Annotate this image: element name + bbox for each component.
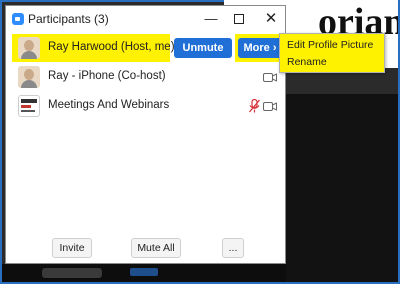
muted-mic-icon: [249, 99, 260, 113]
menu-item-rename[interactable]: Rename: [287, 56, 327, 68]
participant-name: Ray Harwood (Host, me): [48, 41, 175, 53]
window-title: Participants (3): [28, 12, 109, 26]
participant-row-host[interactable]: Ray Harwood (Host, me) Unmute More ›: [6, 34, 285, 62]
background-video-area: [286, 94, 398, 282]
minimize-button[interactable]: —: [202, 10, 220, 28]
person-photo-icon: [18, 37, 40, 59]
more-context-menu: Edit Profile Picture Rename: [279, 33, 385, 73]
menu-item-edit-profile-picture[interactable]: Edit Profile Picture: [287, 39, 373, 51]
participant-name: Ray - iPhone (Co-host): [48, 70, 166, 82]
maximize-button[interactable]: [230, 10, 248, 28]
zoom-app-icon: [12, 13, 24, 25]
more-button[interactable]: More ›: [238, 38, 282, 58]
unmute-button[interactable]: Unmute: [174, 38, 232, 58]
background-toolbar: [2, 264, 286, 282]
logo-icon: [18, 95, 40, 117]
participant-name: Meetings And Webinars: [48, 99, 170, 111]
background-toolbar-item: [42, 268, 102, 278]
participants-window: Participants (3) — ✕ Ray Harwood (Host, …: [5, 5, 286, 264]
more-options-button[interactable]: ...: [222, 238, 244, 258]
video-camera-icon: [263, 102, 277, 111]
person-photo-icon: [18, 66, 40, 88]
maximize-icon: [234, 14, 244, 24]
background-toolbar-item: [130, 268, 158, 276]
participants-footer: Invite Mute All ...: [6, 238, 285, 258]
participant-row-iphone[interactable]: Ray - iPhone (Co-host): [6, 63, 285, 91]
participant-row-webinars[interactable]: Meetings And Webinars: [6, 92, 285, 120]
title-bar[interactable]: Participants (3) — ✕: [6, 6, 285, 32]
video-camera-icon: [263, 73, 277, 82]
invite-button[interactable]: Invite: [52, 238, 92, 258]
close-button[interactable]: ✕: [262, 10, 280, 28]
mute-all-button[interactable]: Mute All: [131, 238, 181, 258]
